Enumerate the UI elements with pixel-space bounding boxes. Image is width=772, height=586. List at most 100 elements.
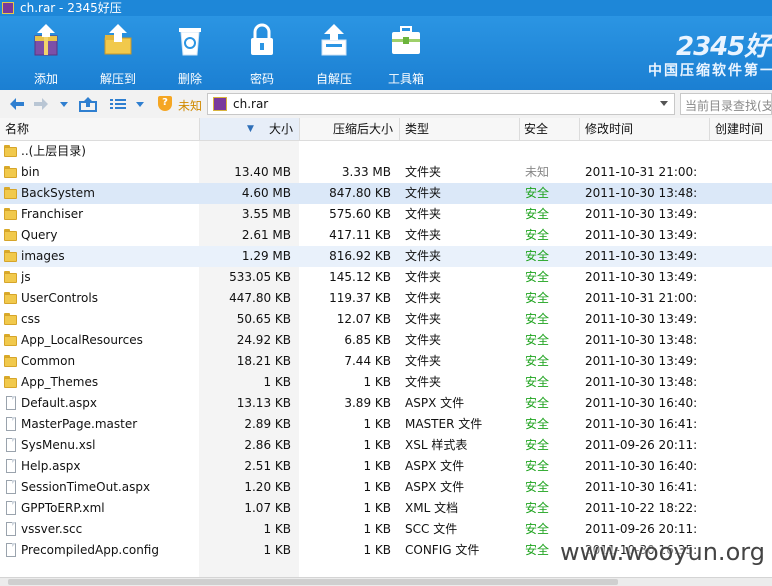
file-icon: [6, 543, 16, 557]
file-row[interactable]: GPPToERP.xml 1.07 KB 1 KB XML 文档 安全 2011-10-2…: [0, 498, 772, 519]
add-label: 添加: [33, 72, 58, 86]
file-name-cell: Help.aspx: [21, 459, 81, 473]
history-dropdown-icon[interactable]: [58, 96, 70, 112]
file-row[interactable]: vssver.scc 1 KB 1 KB SCC 文件 安全 2011-09-26 20:…: [0, 519, 772, 540]
file-packed-size-cell: 1 KB: [363, 543, 391, 557]
file-type-cell: 文件夹: [405, 312, 442, 326]
file-name-cell: PrecompiledApp.config: [21, 543, 159, 557]
scrollbar-thumb[interactable]: [8, 579, 618, 585]
folder-icon: [4, 145, 17, 157]
file-row[interactable]: js 533.05 KB 145.12 KB 文件夹 安全 2011-10-30 13:4…: [0, 267, 772, 288]
file-safety-cell: 安全: [525, 438, 550, 452]
app-archive-icon: [2, 2, 14, 14]
file-type-cell: 文件夹: [405, 354, 442, 368]
file-safety-cell: 安全: [525, 501, 550, 515]
file-safety-cell: 安全: [525, 417, 550, 431]
file-modified-cell: 2011-10-30 13:49:: [585, 312, 698, 326]
toolbox-button[interactable]: 工具箱: [376, 20, 436, 86]
file-size-cell: 2.61 MB: [241, 228, 291, 242]
extract-to-button[interactable]: 解压到: [88, 20, 148, 86]
file-safety-cell: 安全: [525, 375, 550, 389]
toolbox-label: 工具箱: [387, 72, 424, 86]
file-name-cell: SysMenu.xsl: [21, 438, 96, 452]
folder-icon: [4, 250, 17, 262]
column-header-created[interactable]: 创建时间: [710, 118, 772, 140]
file-size-cell: 533.05 KB: [229, 270, 291, 284]
file-row[interactable]: Query 2.61 MB 417.11 KB 文件夹 安全 2011-10-30 13:…: [0, 225, 772, 246]
file-packed-size-cell: 7.44 KB: [344, 354, 391, 368]
search-input[interactable]: 当前目录查找(支: [680, 93, 772, 115]
file-modified-cell: 2011-10-31 21:00:: [585, 165, 698, 179]
folder-icon: [4, 334, 17, 346]
file-row[interactable]: images 1.29 MB 816.92 KB 文件夹 安全 2011-10-30 13…: [0, 246, 772, 267]
file-name-cell: UserControls: [21, 291, 98, 305]
file-row[interactable]: css 50.65 KB 12.07 KB 文件夹 安全 2011-10-30 13:49…: [0, 309, 772, 330]
delete-button[interactable]: 删除: [160, 20, 220, 86]
file-size-cell: 1 KB: [263, 375, 291, 389]
folder-icon: [4, 229, 17, 241]
file-row[interactable]: App_LocalResources 24.92 KB 6.85 KB 文件夹 安全 20…: [0, 330, 772, 351]
file-packed-size-cell: 3.89 KB: [344, 396, 391, 410]
file-row[interactable]: Default.aspx 13.13 KB 3.89 KB ASPX 文件 安全 2011…: [0, 393, 772, 414]
file-row[interactable]: App_Themes 1 KB 1 KB 文件夹 安全 2011-10-30 13:48:: [0, 372, 772, 393]
file-modified-cell: 2011-09-26 20:11:: [585, 522, 698, 536]
file-type-cell: XML 文档: [405, 501, 459, 515]
file-size-cell: 4.60 MB: [241, 186, 291, 200]
file-packed-size-cell: 1 KB: [363, 480, 391, 494]
self-extract-icon: [321, 24, 347, 56]
file-packed-size-cell: 3.33 MB: [341, 165, 391, 179]
extract-to-label: 解压到: [99, 72, 136, 86]
security-status[interactable]: ? 未知: [158, 95, 204, 113]
file-packed-size-cell: 1 KB: [363, 438, 391, 452]
folder-icon: [4, 376, 17, 388]
file-type-cell: 文件夹: [405, 333, 442, 347]
view-dropdown-icon[interactable]: [134, 96, 146, 112]
back-arrow-icon[interactable]: [8, 96, 26, 112]
self-extract-button[interactable]: 自解压: [304, 20, 364, 86]
file-modified-cell: 2011-10-30 16:41:: [585, 417, 698, 431]
column-header-safety[interactable]: 安全: [520, 118, 580, 140]
file-row[interactable]: Franchiser 3.55 MB 575.60 KB 文件夹 安全 2011-10-3…: [0, 204, 772, 225]
file-size-cell: 13.40 MB: [234, 165, 291, 179]
file-icon: [6, 396, 16, 410]
add-button[interactable]: 添加: [16, 20, 76, 86]
password-button[interactable]: 密码: [232, 20, 292, 86]
column-header-modified[interactable]: 修改时间: [580, 118, 710, 140]
delete-icon: [179, 28, 201, 56]
file-size-cell: 18.21 KB: [236, 354, 291, 368]
up-folder-icon[interactable]: [78, 96, 98, 112]
file-row[interactable]: bin 13.40 MB 3.33 MB 文件夹 未知 2011-10-31 21:00:: [0, 162, 772, 183]
column-header-packed-size[interactable]: 压缩后大小: [300, 118, 400, 140]
address-dropdown-icon[interactable]: [660, 101, 668, 106]
file-row[interactable]: Help.aspx 2.51 KB 1 KB ASPX 文件 安全 2011-10-30 …: [0, 456, 772, 477]
file-row[interactable]: ..(上层目录): [0, 141, 772, 162]
column-header-name[interactable]: 名称: [0, 118, 200, 140]
forward-arrow-icon[interactable]: [32, 96, 50, 112]
file-size-cell: 1.20 KB: [244, 480, 291, 494]
self-extract-label: 自解压: [315, 72, 352, 86]
column-header-type[interactable]: 类型: [400, 118, 520, 140]
address-field[interactable]: ch.rar: [207, 93, 675, 115]
file-icon: [6, 522, 16, 536]
security-status-text: 未知: [178, 99, 203, 113]
toolbox-icon: [392, 26, 420, 54]
view-list-icon[interactable]: [108, 96, 128, 112]
file-row[interactable]: MasterPage.master 2.89 KB 1 KB MASTER 文件 安全 2…: [0, 414, 772, 435]
file-packed-size-cell: 816.92 KB: [329, 249, 391, 263]
file-name-cell: Default.aspx: [21, 396, 97, 410]
file-row[interactable]: SessionTimeOut.aspx 1.20 KB 1 KB ASPX 文件 安全 2…: [0, 477, 772, 498]
column-header-size[interactable]: ▼ 大小: [200, 118, 300, 140]
column-header-size-label: 大小: [268, 122, 293, 136]
file-row[interactable]: Common 18.21 KB 7.44 KB 文件夹 安全 2011-10-30 13:…: [0, 351, 772, 372]
file-row[interactable]: BackSystem 4.60 MB 847.80 KB 文件夹 安全 2011-10-3…: [0, 183, 772, 204]
file-row[interactable]: UserControls 447.80 KB 119.37 KB 文件夹 安全 2011-…: [0, 288, 772, 309]
file-modified-cell: 2011-10-30 16:40:: [585, 396, 698, 410]
file-packed-size-cell: 575.60 KB: [329, 207, 391, 221]
folder-icon: [4, 292, 17, 304]
file-type-cell: [405, 141, 517, 162]
file-row[interactable]: SysMenu.xsl 2.86 KB 1 KB XSL 样式表 安全 2011-09-2…: [0, 435, 772, 456]
file-safety-cell: 安全: [525, 459, 550, 473]
file-type-cell: ASPX 文件: [405, 459, 465, 473]
file-modified-cell: 2011-10-30 13:48:: [585, 375, 698, 389]
file-name-cell: css: [21, 312, 41, 326]
